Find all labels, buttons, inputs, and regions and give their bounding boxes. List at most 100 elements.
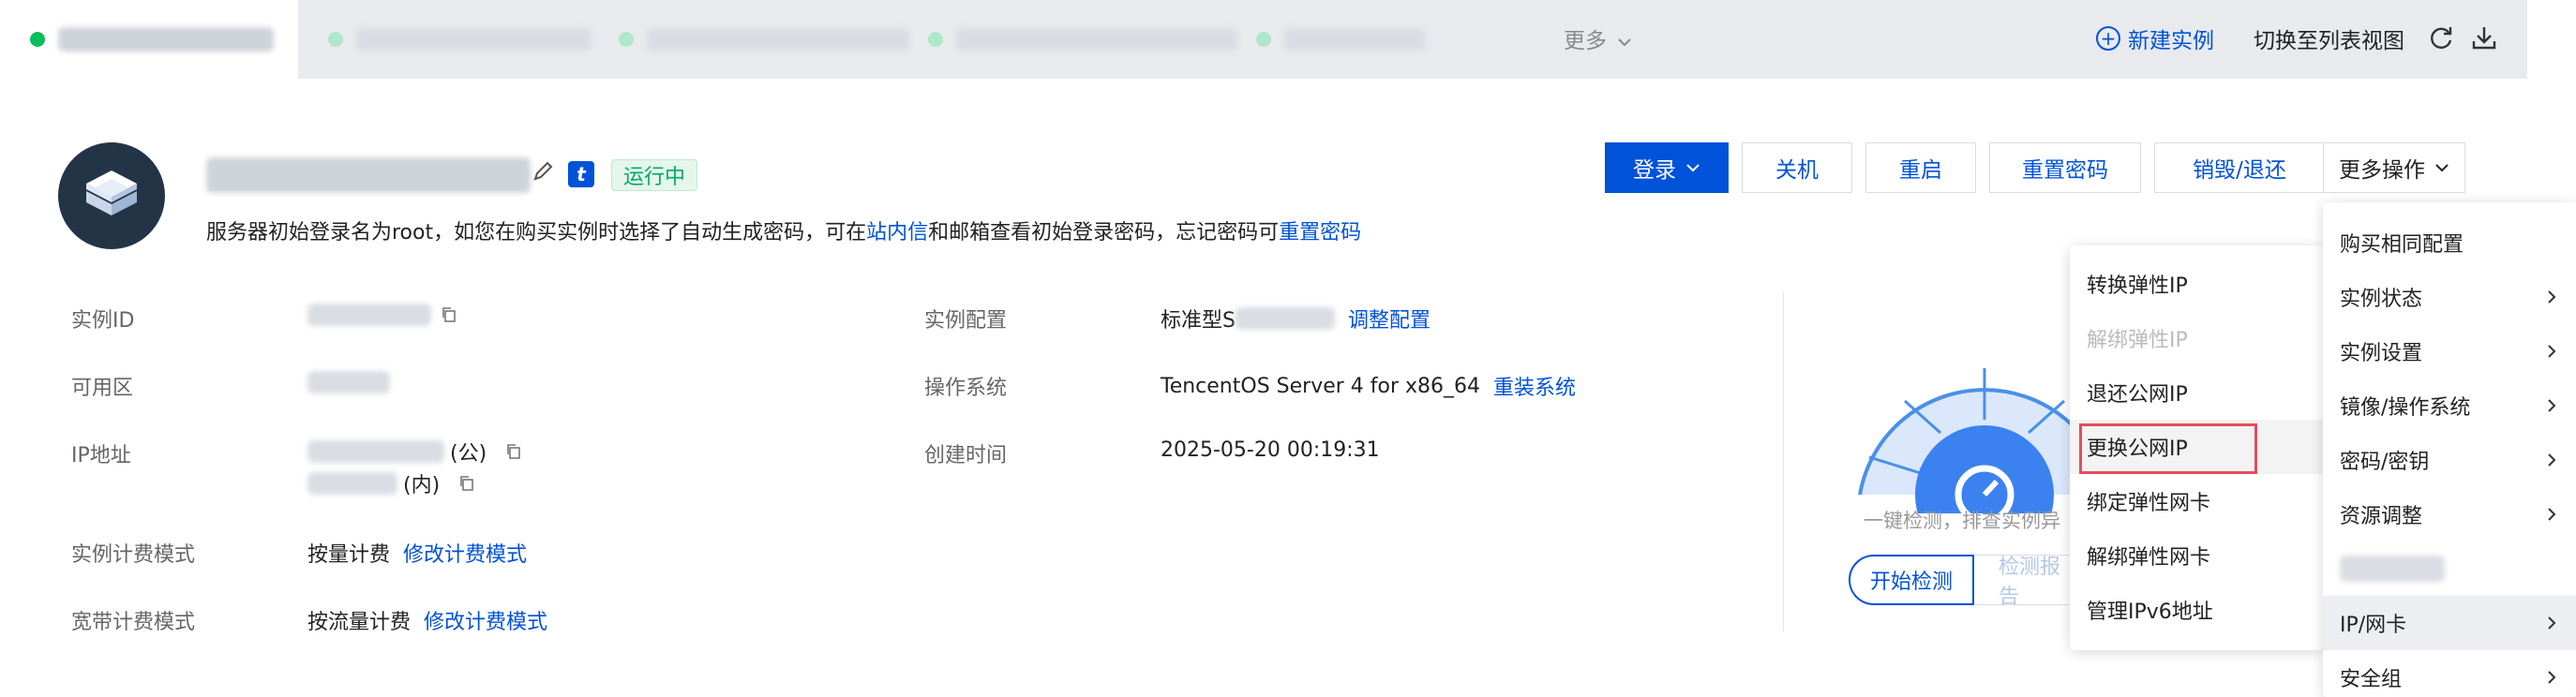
reset-password-button[interactable]: 重置密码 <box>1989 142 2141 193</box>
instance-name-redacted <box>206 157 531 193</box>
bandwidth-mode-label: 宽带计费模式 <box>71 611 196 634</box>
created-time-label: 创建时间 <box>924 444 1008 467</box>
reset-password-link[interactable]: 重置密码 <box>1279 221 1361 245</box>
download-icon[interactable] <box>2469 22 2499 52</box>
chevron-right-icon <box>2548 290 2556 304</box>
tencentos-badge-icon: t <box>568 161 594 187</box>
destroy-return-button[interactable]: 销毁/退还 <box>2154 142 2325 193</box>
submenu-item-manage-ipv6[interactable]: 管理IPv6地址 <box>2070 583 2323 637</box>
switch-list-view-button[interactable]: 切换至列表视图 <box>2254 22 2404 54</box>
running-dot-icon <box>1256 32 1271 47</box>
submenu-item-return-public-ip[interactable]: 退还公网IP <box>2070 365 2323 420</box>
check-report-button[interactable]: 检测报告 <box>1974 555 2074 609</box>
running-dot-icon <box>928 32 943 47</box>
new-instance-label: 新建实例 <box>2128 29 2214 53</box>
shutdown-button[interactable]: 关机 <box>1742 142 1852 193</box>
tab-instance-3[interactable] <box>619 0 909 79</box>
menu-item-instance-status[interactable]: 实例状态 <box>2323 270 2576 324</box>
tab-instance-name-redacted <box>1284 28 1425 51</box>
submenu-item-unbind-eni[interactable]: 解绑弹性网卡 <box>2070 528 2323 583</box>
more-actions-button[interactable]: 更多操作 <box>2323 142 2465 193</box>
billing-mode-value: 按量计费 修改计费模式 <box>307 538 527 568</box>
submenu-item-convert-eip[interactable]: 转换弹性IP <box>2070 257 2323 311</box>
os-text: TencentOS Server 4 for x86_64 <box>1161 374 1481 398</box>
copy-icon[interactable] <box>505 443 522 460</box>
chevron-down-icon <box>1686 164 1700 172</box>
menu-item-password-key[interactable]: 密码/密钥 <box>2323 433 2576 487</box>
login-button[interactable]: 登录 <box>1605 142 1729 193</box>
server-stack-icon <box>86 171 137 215</box>
menu-item-resource-adjust[interactable]: 资源调整 <box>2323 487 2576 541</box>
menu-item-buy-same-config[interactable]: 购买相同配置 <box>2323 215 2576 270</box>
private-ip-redacted <box>307 472 397 495</box>
tab-instance-name-redacted <box>956 28 1237 51</box>
menu-item-instance-settings[interactable]: 实例设置 <box>2323 324 2576 378</box>
more-actions-label: 更多操作 <box>2339 158 2425 183</box>
os-label: 操作系统 <box>924 377 1008 400</box>
chevron-right-icon <box>2548 453 2556 467</box>
description-prefix: 服务器初始登录名为root，如您在购买实例时选择了自动生成密码，可在 <box>206 221 867 245</box>
running-dot-icon <box>30 32 45 47</box>
copy-icon[interactable] <box>458 475 475 492</box>
private-ip-value: (内) <box>307 468 475 498</box>
copy-icon[interactable] <box>441 306 457 323</box>
menu-item-label: 资源调整 <box>2340 505 2423 528</box>
tab-current-instance[interactable] <box>0 0 298 79</box>
tab-more-label: 更多 <box>1564 29 1607 53</box>
adjust-config-link[interactable]: 调整配置 <box>1348 304 1430 334</box>
tab-instance-5[interactable] <box>1256 0 1425 79</box>
menu-item-label: 镜像/操作系统 <box>2340 396 2471 420</box>
zone-label: 可用区 <box>71 377 134 400</box>
menu-item-ip-nic[interactable]: IP/网卡 <box>2323 596 2576 650</box>
submenu-item-unbind-eip[interactable]: 解绑弹性IP <box>2070 311 2323 365</box>
modify-billing-link[interactable]: 修改计费模式 <box>403 538 527 568</box>
billing-mode-text: 按量计费 <box>307 543 391 567</box>
chevron-right-icon <box>2548 671 2556 684</box>
edit-pencil-icon[interactable] <box>531 159 555 184</box>
chevron-right-icon <box>2548 399 2556 412</box>
menu-item-redacted[interactable] <box>2323 541 2576 596</box>
public-ip-redacted <box>307 440 444 463</box>
chevron-right-icon <box>2548 508 2556 521</box>
menu-item-redacted-text <box>2340 556 2445 582</box>
chevron-down-icon <box>1618 38 1632 47</box>
ip-label: IP地址 <box>71 444 131 467</box>
menu-item-label: 安全组 <box>2340 668 2403 691</box>
tab-instance-name-redacted <box>58 27 274 52</box>
instance-id-redacted <box>307 304 431 326</box>
red-highlight-box <box>2079 423 2257 474</box>
new-instance-button[interactable]: + 新建实例 <box>2096 22 2214 54</box>
login-description: 服务器初始登录名为root，如您在购买实例时选择了自动生成密码，可在站内信和邮箱… <box>206 215 1361 245</box>
start-check-button[interactable]: 开始检测 <box>1849 555 1974 605</box>
modify-bandwidth-billing-link[interactable]: 修改计费模式 <box>424 605 547 635</box>
instance-id-value <box>307 304 457 326</box>
inbox-link[interactable]: 站内信 <box>866 221 928 245</box>
public-ip-suffix: (公) <box>450 442 487 466</box>
config-spec-redacted <box>1235 307 1335 330</box>
bandwidth-mode-value: 按流量计费 修改计费模式 <box>307 605 547 635</box>
public-ip-value: (公) <box>307 437 522 467</box>
zone-redacted <box>307 371 390 393</box>
private-ip-suffix: (内) <box>403 474 441 497</box>
reinstall-system-link[interactable]: 重装系统 <box>1493 371 1576 401</box>
zone-value <box>307 371 390 393</box>
chevron-right-icon <box>2548 345 2556 358</box>
instance-avatar <box>58 142 165 249</box>
submenu-item-change-public-ip[interactable]: 更换公网IP <box>2070 420 2323 474</box>
menu-item-security-group[interactable]: 安全组 <box>2323 650 2576 697</box>
tab-instance-name-redacted <box>356 28 591 51</box>
refresh-icon[interactable] <box>2426 22 2456 52</box>
menu-item-image-os[interactable]: 镜像/操作系统 <box>2323 378 2576 433</box>
bandwidth-mode-text: 按流量计费 <box>307 611 412 634</box>
created-time-value: 2025-05-20 00:19:31 <box>1161 438 1380 462</box>
submenu-item-bind-eni[interactable]: 绑定弹性网卡 <box>2070 474 2323 528</box>
tab-instance-2[interactable] <box>328 0 591 79</box>
restart-button[interactable]: 重启 <box>1865 142 1976 193</box>
config-value: 标准型S 调整配置 <box>1161 304 1430 334</box>
tab-instance-4[interactable] <box>928 0 1237 79</box>
tab-more-dropdown[interactable]: 更多 <box>1564 22 1632 54</box>
health-check-caption: 一键检测，排查实例异 <box>1864 510 2060 532</box>
running-dot-icon <box>619 32 634 47</box>
running-dot-icon <box>328 32 343 47</box>
os-value: TencentOS Server 4 for x86_64 重装系统 <box>1161 371 1576 401</box>
